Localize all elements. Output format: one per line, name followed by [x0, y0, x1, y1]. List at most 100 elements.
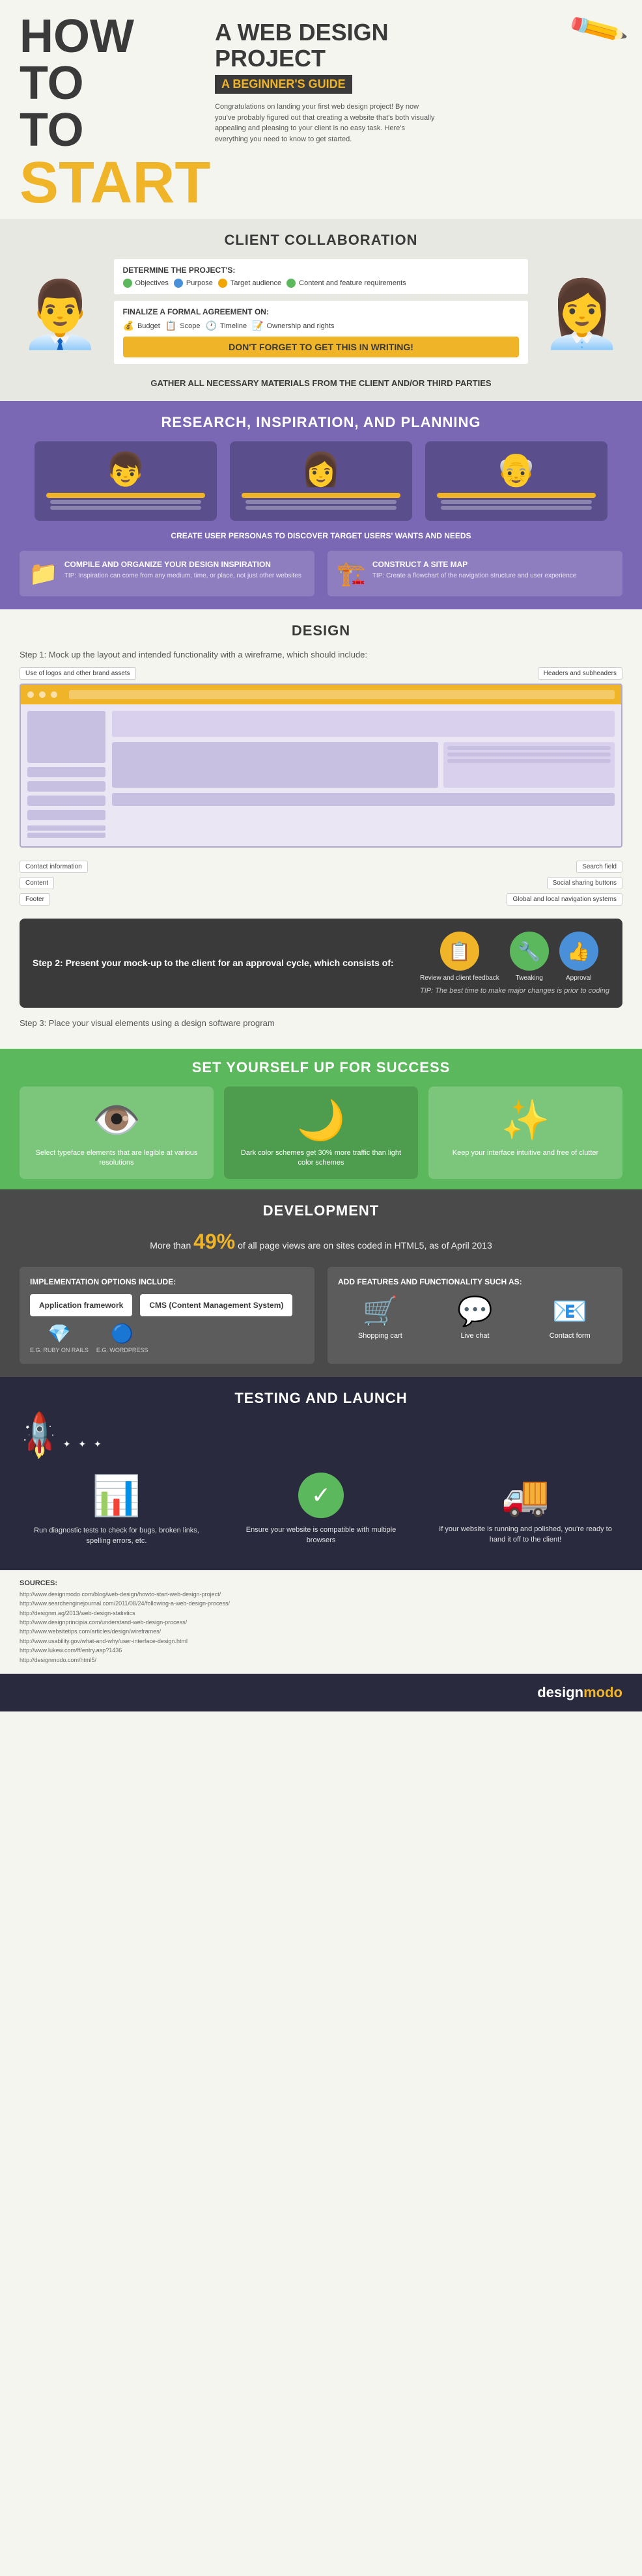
collab-item: Purpose: [174, 279, 213, 288]
hero-how: HOW TO: [20, 13, 202, 107]
collab-content: DETERMINE THE PROJECT'S: Objectives Purp…: [114, 259, 529, 370]
green-dot-2: [286, 279, 296, 288]
rails-icon: 💎: [48, 1323, 70, 1344]
finalize-title: FINALIZE A FORMAL AGREEMENT ON:: [123, 307, 520, 316]
wp-icon: 🔵: [111, 1323, 133, 1344]
moon-icon: 🌙: [234, 1097, 408, 1143]
timeline-icon: 🕐: [205, 320, 216, 331]
dev-stat: More than 49% of all page views are on s…: [20, 1230, 622, 1254]
cart-icon: 🛒: [338, 1294, 423, 1328]
launch-text-3: If your website is running and polished,…: [439, 1524, 612, 1545]
step1-label: Step 1: Mock up the layout and intended …: [20, 650, 622, 659]
hero-to: TO: [20, 107, 202, 154]
green-dot: [123, 279, 132, 288]
diagnostic-icon: 📊: [30, 1473, 203, 1519]
dev-col-features: Add features and functionality such as: …: [328, 1267, 622, 1364]
budget-icon: 💰: [123, 320, 134, 331]
approve-icon: 👍: [559, 932, 598, 971]
source-link-6[interactable]: http://www.usability.gov/what-and-why/us…: [20, 1637, 622, 1646]
sitemap-icon: 🏗️: [337, 560, 366, 587]
fw-nav-3: [27, 796, 105, 806]
fw-nav-1: [27, 767, 105, 777]
hero-desc: Congratulations on landing your first we…: [215, 102, 436, 145]
launch-text-1: Run diagnostic tests to check for bugs, …: [30, 1525, 203, 1547]
persona-avatar-1: 👦: [44, 450, 208, 489]
hero-right: A WEB DESIGN PROJECT A BEGINNER'S GUIDE …: [202, 13, 622, 145]
persona-screen-1: 👦: [35, 441, 217, 521]
feature-cart: 🛒 Shopping cart: [338, 1294, 423, 1340]
tweak-icon: 🔧: [510, 932, 549, 971]
sparkle-icon: ✨: [439, 1097, 612, 1143]
orange-dot: [218, 279, 227, 288]
compile-row: 📁 COMPILE AND ORGANIZE YOUR DESIGN INSPI…: [20, 551, 622, 596]
research-section: RESEARCH, INSPIRATION, AND PLANNING 👦 👩 …: [0, 401, 642, 609]
success-text-1: Select typeface elements that are legibl…: [30, 1148, 203, 1169]
ann-footer: Footer: [20, 893, 50, 906]
success-section: SET YOURSELF UP FOR SUCCESS 👁️ Select ty…: [0, 1049, 642, 1189]
design-section: DESIGN Step 1: Mock up the layout and in…: [0, 609, 642, 1049]
ann-contact: Contact information: [20, 861, 88, 873]
fw-contact-line-2: [27, 833, 105, 838]
fw-content-block: [112, 742, 438, 788]
step2-icons-wrapper: 📋 Review and client feedback 🔧 Tweaking …: [420, 932, 609, 995]
wireframe-mockup: [20, 684, 622, 848]
step2-tip: TIP: The best time to make major changes…: [420, 987, 609, 995]
fw-logo-block: [27, 711, 105, 763]
hero-left: HOW TO TO START: [20, 13, 202, 212]
step2-tweak: 🔧 Tweaking: [510, 932, 549, 982]
dev-section: DEVELOPMENT More than 49% of all page vi…: [0, 1189, 642, 1377]
review-label: Review and client feedback: [420, 975, 499, 982]
finalize-item: 💰 Budget: [123, 320, 160, 331]
compile-text: COMPILE AND ORGANIZE YOUR DESIGN INSPIRA…: [64, 560, 301, 581]
launch-card-2: ✓ Ensure your website is compatible with…: [224, 1462, 418, 1557]
dev-options: Application framework CMS (Content Manag…: [30, 1294, 304, 1316]
source-link-2[interactable]: http://www.searchenginejournal.com/2011/…: [20, 1599, 622, 1608]
success-text-2: Dark color schemes get 30% more traffic …: [234, 1148, 408, 1169]
fw-dot-2: [39, 691, 46, 698]
eg-wp-label: e.g. WORDPRESS: [96, 1347, 148, 1353]
ownership-icon: 📝: [252, 320, 263, 331]
fw-main-top: [112, 711, 615, 737]
option-cms: CMS (Content Management System): [140, 1294, 292, 1316]
eg-rails: 💎 e.g. RUBY ON RAILS: [30, 1323, 89, 1353]
persona-bar-1: [46, 493, 205, 498]
source-link-5[interactable]: http://www.websitetips.com/articles/desi…: [20, 1627, 622, 1636]
ann-logos: Use of logos and other brand assets: [20, 667, 136, 680]
ann-content: Content: [20, 877, 54, 889]
finalize-items: 💰 Budget 📋 Scope 🕐 Timeline 📝 Ownership …: [123, 320, 520, 331]
ann-nav: Global and local navigation systems: [507, 893, 622, 906]
gather-text: GATHER ALL NECESSARY MATERIALS FROM THE …: [20, 370, 622, 388]
finalize-item: 🕐 Timeline: [205, 320, 247, 331]
determine-title: DETERMINE THE PROJECT'S:: [123, 266, 520, 275]
success-card-2: 🌙 Dark color schemes get 30% more traffi…: [224, 1087, 418, 1179]
collab-person-right: 👩‍💼: [541, 277, 622, 353]
dev-col-impl: Implementation options include: Applicat…: [20, 1267, 314, 1364]
success-title: SET YOURSELF UP FOR SUCCESS: [20, 1059, 622, 1076]
collab-item: Content and feature requirements: [286, 279, 406, 288]
feature-contact: 📧 Contact form: [527, 1294, 612, 1340]
footer-logo-accent: modo: [583, 1684, 622, 1700]
source-link-8[interactable]: http://designmodo.com/html5/: [20, 1655, 622, 1665]
feature-chat: 💬 Live chat: [433, 1294, 518, 1340]
fw-header: [21, 685, 621, 704]
step2-text: Step 2: Present your mock-up to the clie…: [33, 957, 407, 970]
source-link-3[interactable]: http://designm.ag/2013/web-design-statis…: [20, 1609, 622, 1618]
compile-box: 📁 COMPILE AND ORGANIZE YOUR DESIGN INSPI…: [20, 551, 314, 596]
launch-text-2: Ensure your website is compatible with m…: [234, 1525, 408, 1546]
launch-title: TESTING AND LAUNCH: [20, 1390, 622, 1407]
cart-label: Shopping cart: [338, 1332, 423, 1340]
source-link-4[interactable]: http://www.designprincipia.com/understan…: [20, 1618, 622, 1627]
annotation-row-top: Use of logos and other brand assets Head…: [20, 667, 622, 680]
source-link-1[interactable]: http://www.designmodo.com/blog/web-desig…: [20, 1590, 622, 1599]
success-card-1: 👁️ Select typeface elements that are leg…: [20, 1087, 214, 1179]
compile-title: COMPILE AND ORGANIZE YOUR DESIGN INSPIRA…: [64, 560, 301, 569]
approve-label: Approval: [559, 975, 598, 982]
ann-social: Social sharing buttons: [547, 877, 622, 889]
persona-bar-sm-6: [441, 506, 592, 510]
persona-bar-sm-3: [245, 500, 397, 504]
source-link-7[interactable]: http://www.lukew.com/ff/entry.asp?1436: [20, 1646, 622, 1655]
impl-title: Implementation options include:: [30, 1277, 304, 1286]
persona-bar-3: [437, 493, 596, 498]
review-icon: 📋: [440, 932, 479, 971]
step2-review: 📋 Review and client feedback: [420, 932, 499, 982]
